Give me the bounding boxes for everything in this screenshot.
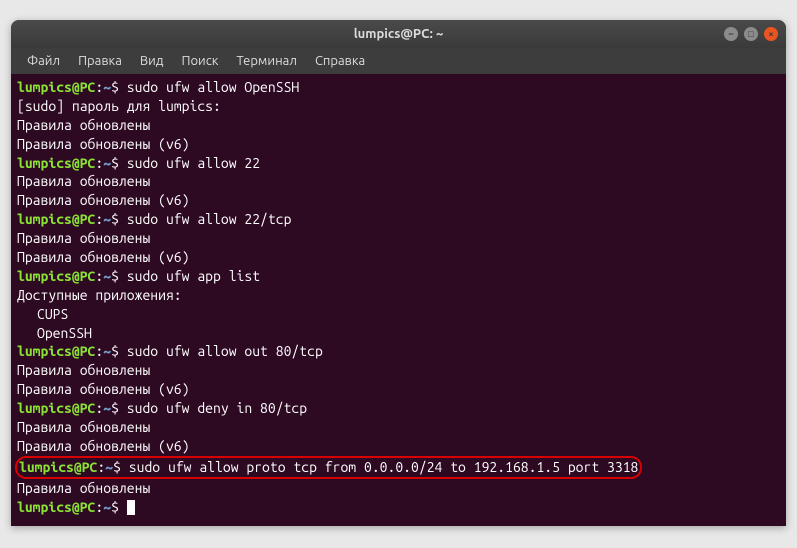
output-line: Правила обновлены [17, 479, 780, 498]
command-text: sudo ufw allow OpenSSH [127, 79, 299, 95]
terminal-window: lumpics@PC: ~ – □ × Файл Правка Вид Поис… [11, 20, 786, 526]
output-line: [sudo] пароль для lumpics: [17, 97, 780, 116]
prompt-user-host: lumpics@PC [17, 211, 95, 227]
output-line: Правила обновлены [17, 229, 780, 248]
prompt-path: ~ [103, 211, 111, 227]
prompt-line: lumpics@PC:~$ sudo ufw allow out 80/tcp [17, 342, 780, 361]
command-text: sudo ufw allow 22 [127, 155, 260, 171]
output-line: Правила обновлены (v6) [17, 135, 780, 154]
prompt-line: lumpics@PC:~$ [17, 498, 780, 517]
prompt-path: ~ [103, 268, 111, 284]
command-text: sudo ufw allow out 80/tcp [127, 343, 323, 359]
menu-view[interactable]: Вид [132, 51, 172, 71]
command-text: sudo ufw allow proto tcp from 0.0.0.0/24… [129, 459, 639, 475]
menu-terminal[interactable]: Терминал [228, 51, 304, 71]
output-line: Правила обновлены (v6) [17, 248, 780, 267]
output-line: Правила обновлены (v6) [17, 191, 780, 210]
highlighted-prompt-line: lumpics@PC:~$ sudo ufw allow proto tcp f… [17, 456, 780, 479]
window-title: lumpics@PC: ~ [354, 27, 444, 41]
prompt-user-host: lumpics@PC [17, 155, 95, 171]
prompt-path: ~ [103, 499, 111, 515]
output-line: Правила обновлены [17, 418, 780, 437]
command-text: sudo ufw allow 22/tcp [127, 211, 292, 227]
prompt-line: lumpics@PC:~$ sudo ufw allow 22 [17, 154, 780, 173]
prompt-line: lumpics@PC:~$ sudo ufw allow OpenSSH [17, 78, 780, 97]
highlight-box: lumpics@PC:~$ sudo ufw allow proto tcp f… [15, 456, 642, 479]
prompt-sigil: $ [111, 499, 119, 515]
maximize-button[interactable]: □ [744, 27, 758, 41]
prompt-sigil: $ [113, 459, 121, 475]
prompt-sigil: $ [111, 211, 119, 227]
prompt-user-host: lumpics@PC [17, 79, 95, 95]
window-controls: – □ × [724, 27, 778, 41]
prompt-line: lumpics@PC:~$ sudo ufw allow 22/tcp [17, 210, 780, 229]
prompt-sigil: $ [111, 155, 119, 171]
prompt-line: lumpics@PC:~$ sudo ufw app list [17, 267, 780, 286]
output-line: Правила обновлены [17, 172, 780, 191]
output-line: Правила обновлены (v6) [17, 380, 780, 399]
menu-edit[interactable]: Правка [70, 51, 130, 71]
cursor [127, 500, 135, 515]
prompt-path: ~ [103, 79, 111, 95]
prompt-user-host: lumpics@PC [17, 343, 95, 359]
menu-search[interactable]: Поиск [173, 51, 226, 71]
output-line: CUPS [17, 305, 780, 324]
prompt-user-host: lumpics@PC [17, 400, 95, 416]
prompt-path: ~ [103, 155, 111, 171]
prompt-sigil: $ [111, 268, 119, 284]
prompt-user-host: lumpics@PC [19, 459, 97, 475]
menu-file[interactable]: Файл [19, 51, 68, 71]
output-line: Правила обновлены [17, 361, 780, 380]
output-line: Доступные приложения: [17, 286, 780, 305]
output-line: OpenSSH [17, 324, 780, 343]
minimize-button[interactable]: – [724, 27, 738, 41]
prompt-path: ~ [103, 343, 111, 359]
prompt-sigil: $ [111, 79, 119, 95]
menubar: Файл Правка Вид Поиск Терминал Справка [11, 48, 786, 74]
prompt-user-host: lumpics@PC [17, 268, 95, 284]
close-button[interactable]: × [764, 27, 778, 41]
command-text: sudo ufw app list [127, 268, 260, 284]
output-line: Правила обновлены [17, 116, 780, 135]
output-line: Правила обновлены (v6) [17, 437, 780, 456]
terminal-body[interactable]: lumpics@PC:~$ sudo ufw allow OpenSSH [su… [11, 74, 786, 526]
command-text: sudo ufw deny in 80/tcp [127, 400, 307, 416]
prompt-path: ~ [103, 400, 111, 416]
prompt-user-host: lumpics@PC [17, 499, 95, 515]
titlebar: lumpics@PC: ~ – □ × [11, 20, 786, 48]
menu-help[interactable]: Справка [307, 51, 373, 71]
prompt-sigil: $ [111, 343, 119, 359]
prompt-path: ~ [105, 459, 113, 475]
prompt-sigil: $ [111, 400, 119, 416]
prompt-line: lumpics@PC:~$ sudo ufw deny in 80/tcp [17, 399, 780, 418]
